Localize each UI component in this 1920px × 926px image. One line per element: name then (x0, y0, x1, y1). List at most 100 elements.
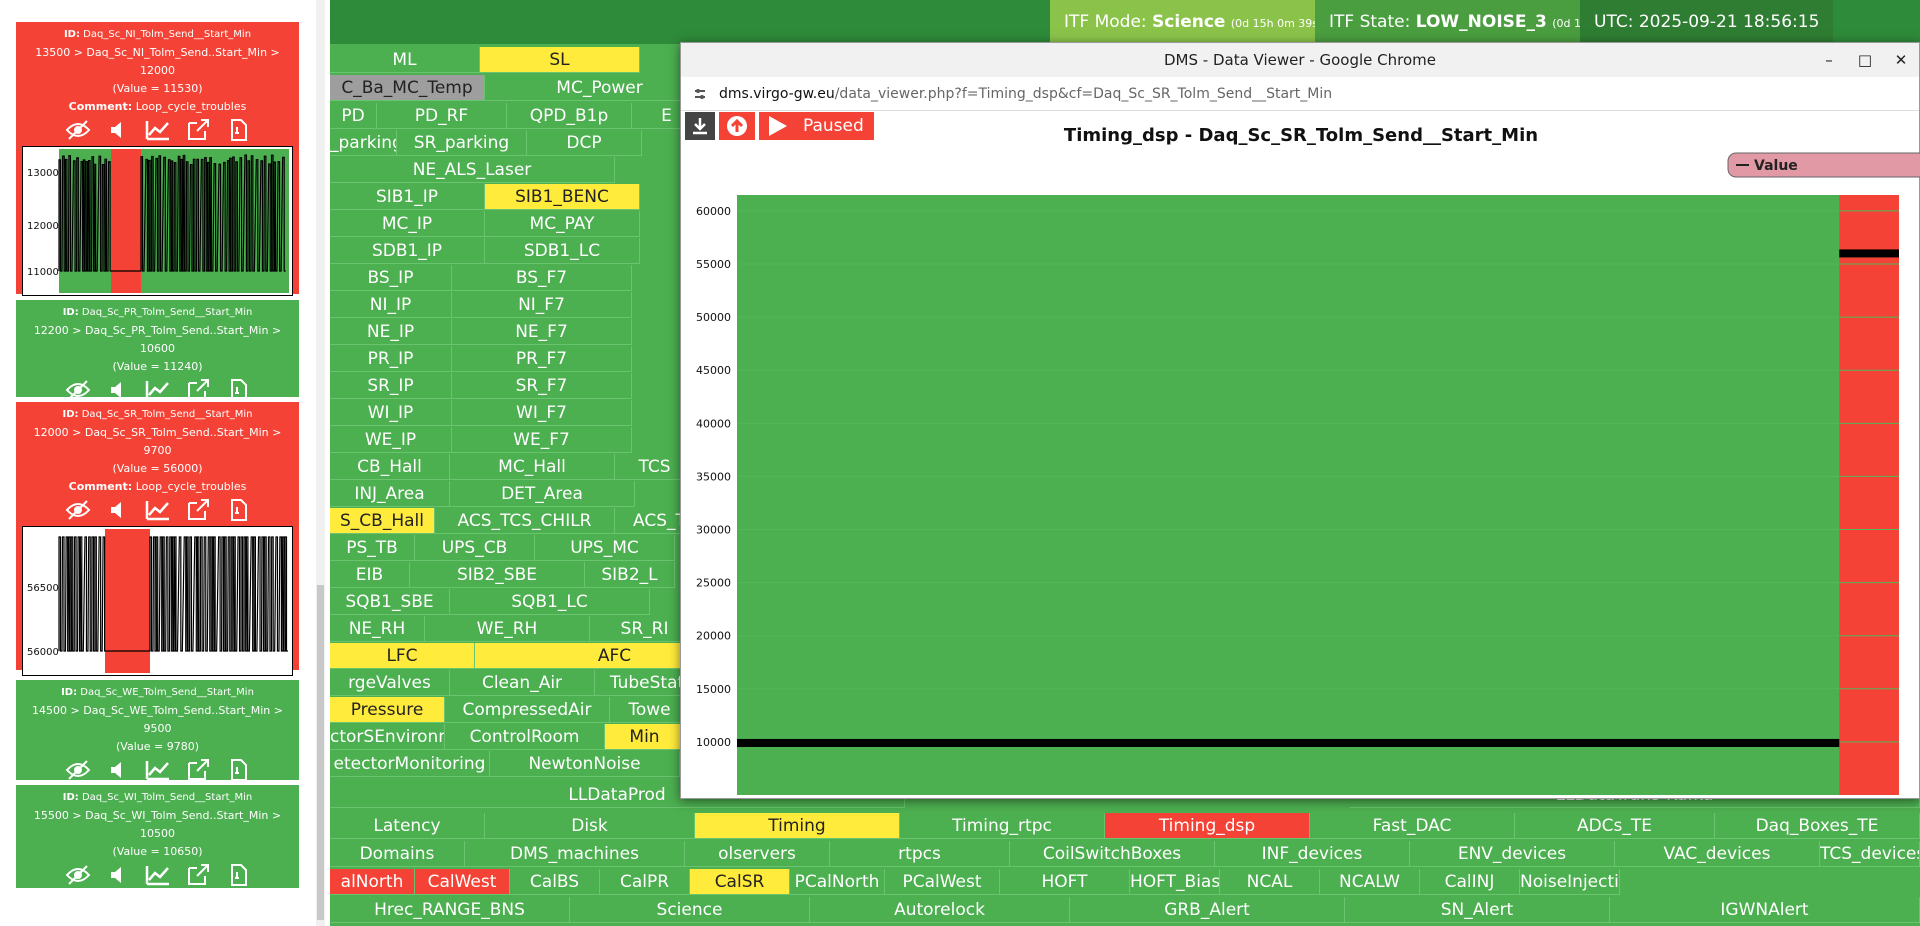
subsystem-cell[interactable]: NI_F7 (452, 292, 632, 318)
eye-slash-icon[interactable] (65, 499, 91, 521)
subsystem-cell[interactable]: NCALW (1320, 869, 1420, 895)
subsystem-cell[interactable]: Daq_Boxes_TE (1715, 813, 1920, 839)
subsystem-cell[interactable]: PD_RF (377, 103, 507, 129)
subsystem-cell[interactable]: CalPR (600, 869, 690, 895)
subsystem-cell[interactable]: WE_F7 (452, 427, 632, 453)
subsystem-cell[interactable]: NI_IP (330, 292, 452, 318)
subsystem-cell[interactable]: NoiseInjection (1520, 869, 1620, 895)
subsystem-cell[interactable]: CalSR (690, 869, 790, 895)
subsystem-cell[interactable]: SR_parking (397, 130, 527, 156)
subsystem-cell[interactable]: ENV_devices (1410, 841, 1615, 867)
subsystem-cell[interactable]: Clean_Air (450, 670, 595, 696)
subsystem-cell[interactable]: UPS_MC (535, 535, 675, 561)
document-icon[interactable] (225, 864, 251, 886)
mute-speaker-icon[interactable] (105, 499, 131, 521)
subsystem-cell[interactable]: GRB_Alert (1070, 897, 1345, 923)
subsystem-cell[interactable]: HOFT_Bias (1130, 869, 1220, 895)
mute-speaker-icon[interactable] (105, 864, 131, 886)
subsystem-cell[interactable]: Pressure (330, 697, 445, 723)
subsystem-cell[interactable]: EIB (330, 562, 410, 588)
subsystem-cell[interactable]: BS_F7 (452, 265, 632, 291)
subsystem-cell[interactable]: S_CB_Hall (330, 508, 435, 534)
sidebar-scroll-thumb[interactable] (317, 585, 324, 920)
eye-slash-icon[interactable] (65, 379, 91, 401)
subsystem-cell[interactable]: ADCs_TE (1515, 813, 1715, 839)
subsystem-cell[interactable]: INF_devices (1215, 841, 1410, 867)
subsystem-cell[interactable]: NewtonNoise (490, 751, 680, 777)
subsystem-cell[interactable]: Fast_DAC (1310, 813, 1515, 839)
subsystem-cell[interactable]: SR_IP (330, 373, 452, 399)
trend-chart-icon[interactable] (145, 119, 171, 141)
chart-legend[interactable]: Value (1727, 152, 1920, 178)
alarm-card[interactable]: ID: Daq_Sc_PR_Tolm_Send__Start_Min 12200… (16, 300, 299, 401)
subsystem-cell[interactable]: Hrec_RANGE_BNS (330, 897, 570, 923)
document-icon[interactable] (225, 499, 251, 521)
subsystem-cell[interactable]: Latency (330, 813, 485, 839)
subsystem-cell[interactable]: CalINJ (1420, 869, 1520, 895)
subsystem-cell[interactable]: CalWest (415, 869, 510, 895)
trend-chart-icon[interactable] (145, 759, 171, 781)
subsystem-cell[interactable]: SQB1_LC (450, 589, 650, 615)
subsystem-cell[interactable]: LFC (330, 643, 475, 669)
subsystem-cell[interactable]: PS_TB (330, 535, 415, 561)
subsystem-cell[interactable]: WE_IP (330, 427, 452, 453)
subsystem-cell[interactable]: DMS_machines (465, 841, 685, 867)
minimize-icon[interactable]: – (1811, 43, 1847, 77)
subsystem-cell[interactable]: INJ_Area (330, 481, 450, 507)
subsystem-cell[interactable]: _parking (330, 130, 397, 156)
subsystem-cell[interactable]: SN_Alert (1345, 897, 1610, 923)
document-icon[interactable] (225, 119, 251, 141)
subsystem-cell[interactable]: Timing_rtpc (900, 813, 1105, 839)
subsystem-cell[interactable]: BS_IP (330, 265, 452, 291)
alarm-card[interactable]: ID: Daq_Sc_WI_Tolm_Send__Start_Min 15500… (16, 785, 299, 888)
subsystem-cell[interactable]: C_Ba_MC_Temp (330, 75, 485, 101)
subsystem-cell[interactable]: WI_IP (330, 400, 452, 426)
trend-chart-icon[interactable] (145, 499, 171, 521)
subsystem-cell[interactable]: MC_Hall (450, 454, 615, 480)
subsystem-cell[interactable]: PD (330, 103, 377, 129)
subsystem-cell[interactable]: SIB2_SBE (410, 562, 585, 588)
subsystem-cell[interactable]: SR_F7 (452, 373, 632, 399)
subsystem-cell[interactable]: SQB1_SBE (330, 589, 450, 615)
subsystem-cell[interactable]: Min (605, 724, 685, 750)
subsystem-cell[interactable]: SDB1_IP (330, 238, 485, 264)
subsystem-cell[interactable]: DCP (527, 130, 642, 156)
subsystem-cell[interactable]: SIB1_IP (330, 184, 485, 210)
subsystem-cell[interactable]: rtpcs (830, 841, 1010, 867)
external-link-icon[interactable] (185, 864, 211, 886)
subsystem-cell[interactable]: SIB1_BENC (485, 184, 640, 210)
subsystem-cell[interactable]: CB_Hall (330, 454, 450, 480)
subsystem-cell[interactable]: IGWNAlert (1610, 897, 1920, 923)
mute-speaker-icon[interactable] (105, 379, 131, 401)
subsystem-cell[interactable]: ControlRoom (445, 724, 605, 750)
subsystem-cell[interactable]: etectorMonitoring (330, 751, 490, 777)
subsystem-cell[interactable]: PCalWest (885, 869, 1000, 895)
subsystem-cell[interactable]: Timing_dsp (1105, 813, 1310, 839)
subsystem-cell[interactable]: CoilSwitchBoxes (1010, 841, 1215, 867)
external-link-icon[interactable] (185, 119, 211, 141)
subsystem-cell[interactable]: NE_RH (330, 616, 425, 642)
subsystem-cell[interactable]: HOFT (1000, 869, 1130, 895)
subsystem-cell[interactable]: PR_IP (330, 346, 452, 372)
subsystem-cell[interactable]: alNorth (330, 869, 415, 895)
subsystem-cell[interactable]: TCS_devices (1820, 841, 1920, 867)
subsystem-cell[interactable]: WE_RH (425, 616, 590, 642)
subsystem-cell[interactable]: CompressedAir (445, 697, 610, 723)
subsystem-cell[interactable]: CalBS (510, 869, 600, 895)
subsystem-cell[interactable]: PR_F7 (452, 346, 632, 372)
alarm-card[interactable]: ID: Daq_Sc_NI_Tolm_Send__Start_Min 13500… (16, 22, 299, 296)
subsystem-cell[interactable]: Domains (330, 841, 465, 867)
subsystem-cell[interactable]: Towe (610, 697, 690, 723)
subsystem-cell[interactable]: ctorSEnvironme (330, 724, 445, 750)
subsystem-cell[interactable]: rgeValves (330, 670, 450, 696)
close-icon[interactable]: ✕ (1883, 43, 1919, 77)
alarm-card[interactable]: ID: Daq_Sc_WE_Tolm_Send__Start_Min 14500… (16, 680, 299, 781)
eye-slash-icon[interactable] (65, 759, 91, 781)
site-settings-icon[interactable] (693, 87, 707, 101)
subsystem-cell[interactable]: PCalNorth (790, 869, 885, 895)
alarm-card[interactable]: ID: Daq_Sc_SR_Tolm_Send__Start_Min 12000… (16, 402, 299, 676)
subsystem-cell[interactable]: MC_IP (330, 211, 485, 237)
subsystem-cell[interactable]: Disk (485, 813, 695, 839)
subsystem-cell[interactable]: NCAL (1220, 869, 1320, 895)
subsystem-cell[interactable]: VAC_devices (1615, 841, 1820, 867)
